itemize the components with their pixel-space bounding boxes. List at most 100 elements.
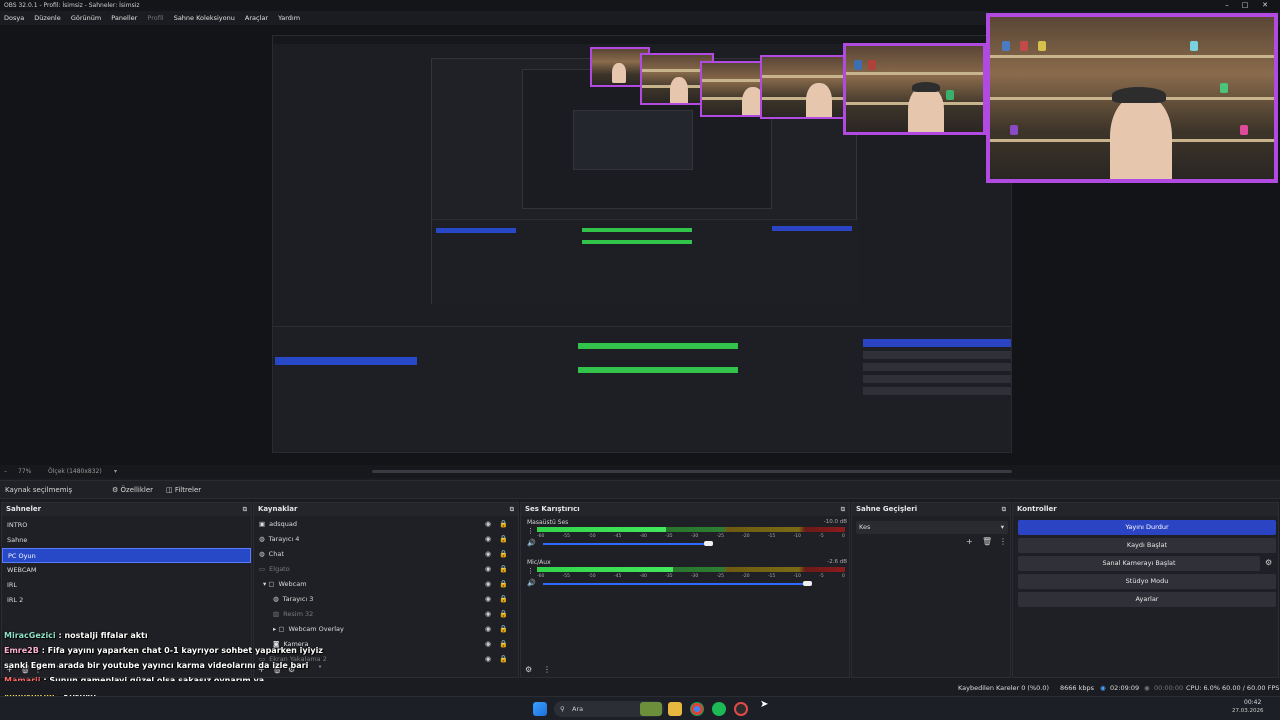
close-button[interactable]: ✕ [1256,0,1274,11]
chrome-icon[interactable] [690,702,704,716]
menu-view[interactable]: Görünüm [71,14,101,22]
scene-item-irl[interactable]: IRL [2,578,251,593]
meter-tick: -55 [562,574,571,579]
stop-streaming-button[interactable]: Yayını Durdur [1018,520,1276,535]
obs-icon[interactable] [734,702,748,716]
dock-float-icon[interactable]: ⧉ [243,503,247,516]
visibility-eye-icon[interactable]: ◉ [485,517,491,532]
meter-tick: -35 [665,534,673,539]
lock-icon[interactable]: 🔒 [499,547,508,562]
menu-docks[interactable]: Paneller [111,14,137,22]
search-icon: ⚲ [560,705,565,713]
scene-item-pc-oyun[interactable]: PC Oyun [2,548,251,563]
visibility-eye-icon[interactable]: ◉ [485,562,491,577]
speaker-icon[interactable]: 🔊 [527,539,536,547]
volume-slider-thumb[interactable] [803,581,812,586]
properties-button[interactable]: ⚙ Özellikler [112,481,153,499]
dock-float-icon[interactable]: ⧉ [841,503,845,516]
meter-tick: -60 [537,534,545,539]
visibility-eye-icon[interactable]: ◉ [485,607,491,622]
scene-item-sahne[interactable]: Sahne [2,533,251,548]
source-item[interactable]: ▾ ▢ Webcam ◉ 🔒 [254,577,518,592]
visibility-eye-icon[interactable]: ◉ [485,652,491,667]
filters-button[interactable]: ◫ Filtreler [166,481,201,499]
dock-float-icon[interactable]: ⧉ [1002,503,1006,516]
move-down-icon[interactable]: ˅ [318,665,322,674]
lock-icon[interactable]: 🔒 [499,532,508,547]
lock-icon[interactable]: 🔒 [499,637,508,652]
preview-scrollbar[interactable] [372,470,1012,473]
remove-transition-icon[interactable]: 🗑 [982,537,992,546]
source-item[interactable]: ▭ Elgato ◉ 🔒 [254,562,518,577]
start-recording-button[interactable]: Kaydı Başlat [1018,538,1276,553]
meter-tick: -20 [742,574,750,579]
visibility-eye-icon[interactable]: ◉ [485,532,491,547]
source-label: Tarayıcı 3 [282,595,314,603]
maximize-button[interactable]: □ [1236,0,1254,11]
window-title: OBS 32.0.1 - Profil: İsimsiz - Sahneler:… [4,2,140,9]
source-item[interactable]: ◍ Tarayıcı 3 ◉ 🔒 [254,592,518,607]
start-virtual-camera-button[interactable]: Sanal Kamerayı Başlat [1018,556,1260,571]
source-item[interactable]: ◍ Tarayıcı 4 ◉ 🔒 [254,532,518,547]
transition-select[interactable]: Kes ▾ [856,521,1008,534]
lock-icon[interactable]: 🔒 [499,652,508,667]
track-menu-icon[interactable]: ⋮ [527,527,534,535]
menu-profile[interactable]: Profil [147,14,163,22]
scene-item-irl-2[interactable]: IRL 2 [2,593,251,608]
lock-icon[interactable]: 🔒 [499,592,508,607]
meter-tick: -20 [742,534,750,539]
visibility-eye-icon[interactable]: ◉ [485,577,491,592]
lock-icon[interactable]: 🔒 [499,577,508,592]
preview-canvas[interactable] [0,13,1280,465]
menu-file[interactable]: Dosya [4,14,24,22]
scene-item-webcam[interactable]: WEBCAM [2,563,251,578]
visibility-eye-icon[interactable]: ◉ [485,592,491,607]
transitions-dock-title: Sahne Geçişleri ⧉ [852,503,1010,516]
meter-tick: -10 [793,574,801,579]
zoom-level: 77% [18,468,32,475]
widget-icon[interactable] [640,702,662,716]
volume-slider[interactable] [543,583,807,585]
source-item[interactable]: ◍ Chat ◉ 🔒 [254,547,518,562]
spotify-icon[interactable] [712,702,726,716]
menu-tools[interactable]: Araçlar [245,14,268,22]
meter-tick: 0 [842,574,845,579]
cpu-usage: CPU: 6.0% [1186,684,1220,692]
settings-button[interactable]: Ayarlar [1018,592,1276,607]
add-transition-icon[interactable]: + [966,537,973,546]
menu-edit[interactable]: Düzenle [34,14,60,22]
dock-float-icon[interactable]: ⧉ [510,503,514,516]
volume-meter-level [537,567,673,572]
speaker-icon[interactable]: 🔊 [527,579,536,587]
virtual-camera-settings-icon[interactable]: ⚙ [1265,558,1272,567]
lock-icon[interactable]: 🔒 [499,622,508,637]
menu-scene-collection[interactable]: Sahne Koleksiyonu [174,14,235,22]
track-menu-icon[interactable]: ⋮ [527,567,534,575]
meter-tick: -50 [588,574,596,579]
meter-tick: 0 [842,534,845,539]
lock-icon[interactable]: 🔒 [499,607,508,622]
source-item[interactable]: ▨ Resim 32 ◉ 🔒 [254,607,518,622]
nested-meter [582,228,692,232]
lock-icon[interactable]: 🔒 [499,562,508,577]
lock-icon[interactable]: 🔒 [499,517,508,532]
transition-menu-icon[interactable]: ⋮ [999,537,1007,546]
chevron-down-icon[interactable]: ▾ [114,465,117,478]
zoom-out-icon[interactable]: – [4,465,7,478]
visibility-eye-icon[interactable]: ◉ [485,622,491,637]
folder-icon[interactable] [668,702,682,716]
chat-text: sanki Egem arada bir youtube yayıncı kar… [4,661,309,670]
mixer-menu-icon[interactable]: ⋮ [543,665,551,674]
scene-item-intro[interactable]: INTRO [2,518,251,533]
visibility-eye-icon[interactable]: ◉ [485,637,491,652]
volume-slider[interactable] [543,543,708,545]
volume-slider-thumb[interactable] [704,541,713,546]
meter-tick: -25 [716,534,724,539]
menu-help[interactable]: Yardım [278,14,300,22]
source-item[interactable]: ▣ adsquad ◉ 🔒 [254,517,518,532]
mixer-settings-icon[interactable]: ⚙ [525,665,532,674]
studio-mode-button[interactable]: Stüdyo Modu [1018,574,1276,589]
minimize-button[interactable]: – [1218,0,1236,11]
visibility-eye-icon[interactable]: ◉ [485,547,491,562]
windows-start-icon[interactable] [533,702,547,716]
